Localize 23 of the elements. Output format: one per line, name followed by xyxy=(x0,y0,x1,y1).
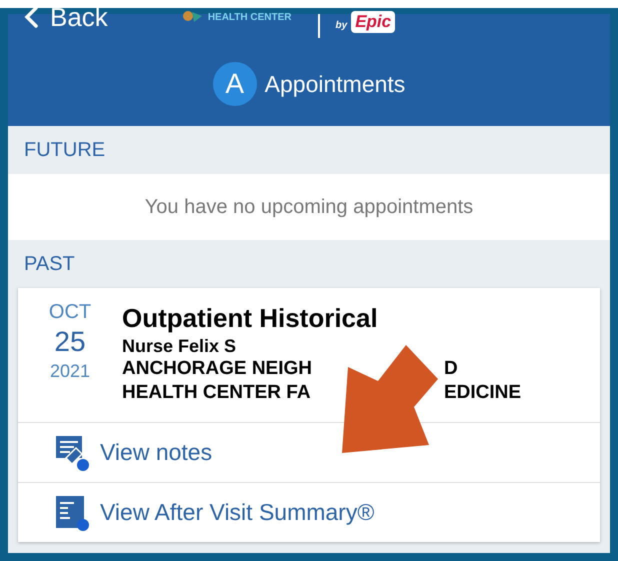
provider-name: Nurse Felix S xyxy=(122,334,238,357)
logo-icon xyxy=(182,10,204,24)
date-year: 2021 xyxy=(50,362,90,380)
document-icon xyxy=(54,494,90,532)
action-link[interactable]: View After Visit Summary® xyxy=(18,482,600,542)
location-text: HEALTH CENTER FA xyxy=(122,380,311,404)
section-heading: FUTURE xyxy=(24,138,106,163)
location-text: EDICINE xyxy=(444,380,522,404)
by-text: by xyxy=(336,18,348,33)
date-month: OCT xyxy=(48,302,92,322)
section-heading: PAST xyxy=(24,252,75,277)
date-day: 25 xyxy=(54,328,86,356)
location-text: D xyxy=(444,357,458,381)
logo-text: HEALTH CENTER xyxy=(208,10,292,24)
empty-message: You have no upcoming appointments xyxy=(144,195,474,220)
avatar: A xyxy=(212,62,257,106)
back-button[interactable]: Back xyxy=(24,4,108,30)
location-text: ANCHORAGE NEIGH xyxy=(122,357,312,381)
page-title: Appointments xyxy=(264,70,406,99)
brand-logo: Epic xyxy=(351,11,396,33)
appointment-title: Outpatient Historical xyxy=(122,302,379,334)
notes-icon xyxy=(54,434,90,472)
back-icon xyxy=(24,6,38,28)
